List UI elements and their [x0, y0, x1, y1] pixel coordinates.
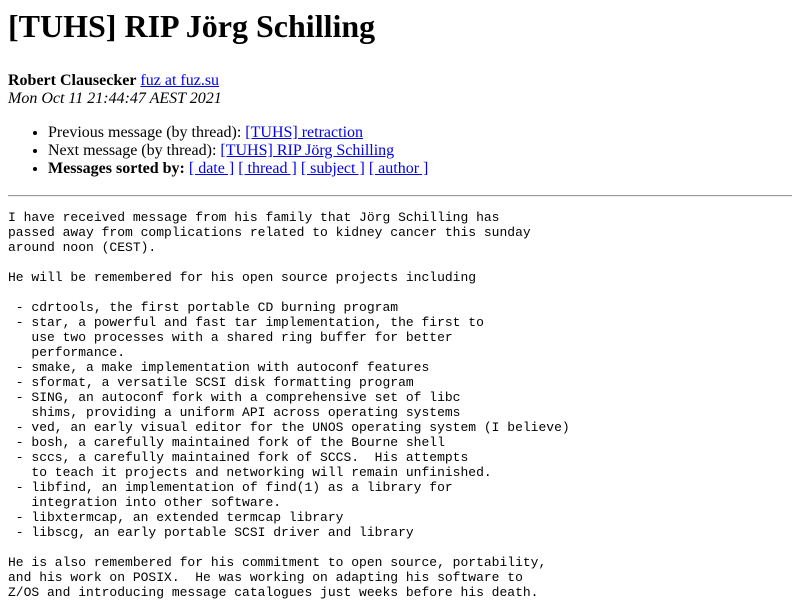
- previous-message-label: Previous message (by thread):: [48, 124, 246, 141]
- next-message-label: Next message (by thread):: [48, 142, 221, 159]
- message-meta: Robert Clausecker fuz at fuz.su Mon Oct …: [8, 72, 792, 108]
- sort-by-date-link[interactable]: [ date ]: [189, 160, 234, 177]
- sort-options-item: Messages sorted by: [ date ] [ thread ] …: [48, 160, 792, 178]
- archive-page: [TUHS] RIP Jörg Schilling Robert Clausec…: [0, 8, 800, 600]
- sort-by-thread-link[interactable]: [ thread ]: [238, 160, 297, 177]
- sort-by-subject-link[interactable]: [ subject ]: [301, 160, 365, 177]
- page-title: [TUHS] RIP Jörg Schilling: [8, 8, 376, 44]
- previous-message-item: Previous message (by thread): [TUHS] ret…: [48, 124, 792, 142]
- thread-navigation: Previous message (by thread): [TUHS] ret…: [8, 124, 792, 178]
- previous-message-link[interactable]: [TUHS] retraction: [245, 124, 363, 141]
- divider: [8, 195, 792, 197]
- sort-by-author-link[interactable]: [ author ]: [369, 160, 429, 177]
- next-message-item: Next message (by thread): [TUHS] RIP Jör…: [48, 142, 792, 160]
- message-date: Mon Oct 11 21:44:47 AEST 2021: [8, 90, 222, 107]
- author-name: Robert Clausecker: [8, 72, 137, 89]
- next-message-link[interactable]: [TUHS] RIP Jörg Schilling: [220, 142, 394, 159]
- sorted-by-label: Messages sorted by:: [48, 160, 185, 177]
- author-email-link[interactable]: fuz at fuz.su: [140, 72, 219, 89]
- message-body: I have received message from his family …: [8, 210, 570, 600]
